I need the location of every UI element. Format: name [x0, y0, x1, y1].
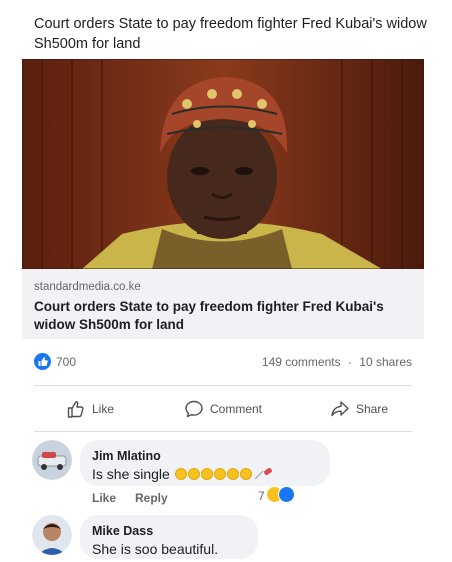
share-icon [331, 401, 349, 417]
share-count[interactable]: 10 shares [359, 355, 412, 369]
laughing-emoji-icon [239, 468, 252, 480]
syringe-icon [254, 468, 272, 480]
comment-reply-link[interactable]: Reply [135, 491, 168, 505]
like-button-label: Like [92, 402, 115, 416]
post-text: Court orders State to pay freedom fighte… [34, 16, 427, 52]
comment-text-row: Is she single [92, 464, 318, 484]
laughing-emoji-icon [200, 468, 213, 480]
laughing-emoji-icon [213, 468, 226, 480]
link-preview-image[interactable] [22, 59, 424, 269]
laughing-emoji-icon [174, 468, 187, 480]
post-actions: Like Comment Share [34, 396, 412, 422]
stats-separator: · [347, 355, 352, 369]
reaction-summary: 700 149 comments · 10 shares [34, 352, 412, 372]
engagement-stats[interactable]: 149 comments · 10 shares [262, 355, 412, 369]
link-title[interactable]: Court orders State to pay freedom fighte… [34, 298, 414, 334]
share-button[interactable]: Share [330, 396, 388, 422]
avatar[interactable] [32, 515, 72, 555]
laughing-emoji-icon [226, 468, 239, 480]
comment-item: Mike Dass She is soo beautiful. [32, 515, 422, 560]
laughing-emoji-icon [187, 468, 200, 480]
like-reaction-icon [278, 486, 295, 503]
comment-reactions[interactable] [266, 486, 295, 503]
avatar[interactable] [32, 440, 72, 480]
comment-count[interactable]: 149 comments [262, 355, 341, 369]
comment-item: Jim Mlatino Is she single Like Reply 7 [32, 440, 422, 510]
comment-text: She is soo beautiful. [92, 541, 219, 557]
link-preview-card[interactable]: standardmedia.co.ke Court orders State t… [22, 59, 424, 339]
share-button-label: Share [356, 402, 389, 416]
comment-author[interactable]: Jim Mlatino [92, 448, 318, 464]
like-button[interactable]: Like [66, 396, 114, 422]
comment-icon [185, 400, 203, 418]
comment-like-link[interactable]: Like [92, 491, 116, 505]
comment-text: Is she single [92, 466, 170, 482]
comment-button[interactable]: Comment [184, 396, 262, 422]
comment-bubble: Mike Dass She is soo beautiful. [80, 515, 258, 559]
comment-reaction-count[interactable]: 7 [258, 489, 265, 503]
thumbs-up-icon [67, 401, 84, 418]
divider [34, 385, 412, 386]
comment-bubble: Jim Mlatino Is she single [80, 440, 330, 486]
emoji-group [174, 468, 274, 480]
like-reaction-icon [34, 353, 51, 370]
reaction-count[interactable]: 700 [56, 355, 76, 369]
comment-button-label: Comment [210, 402, 263, 416]
comment-author[interactable]: Mike Dass [92, 523, 246, 539]
divider [34, 431, 412, 432]
link-domain: standardmedia.co.ke [34, 281, 141, 293]
